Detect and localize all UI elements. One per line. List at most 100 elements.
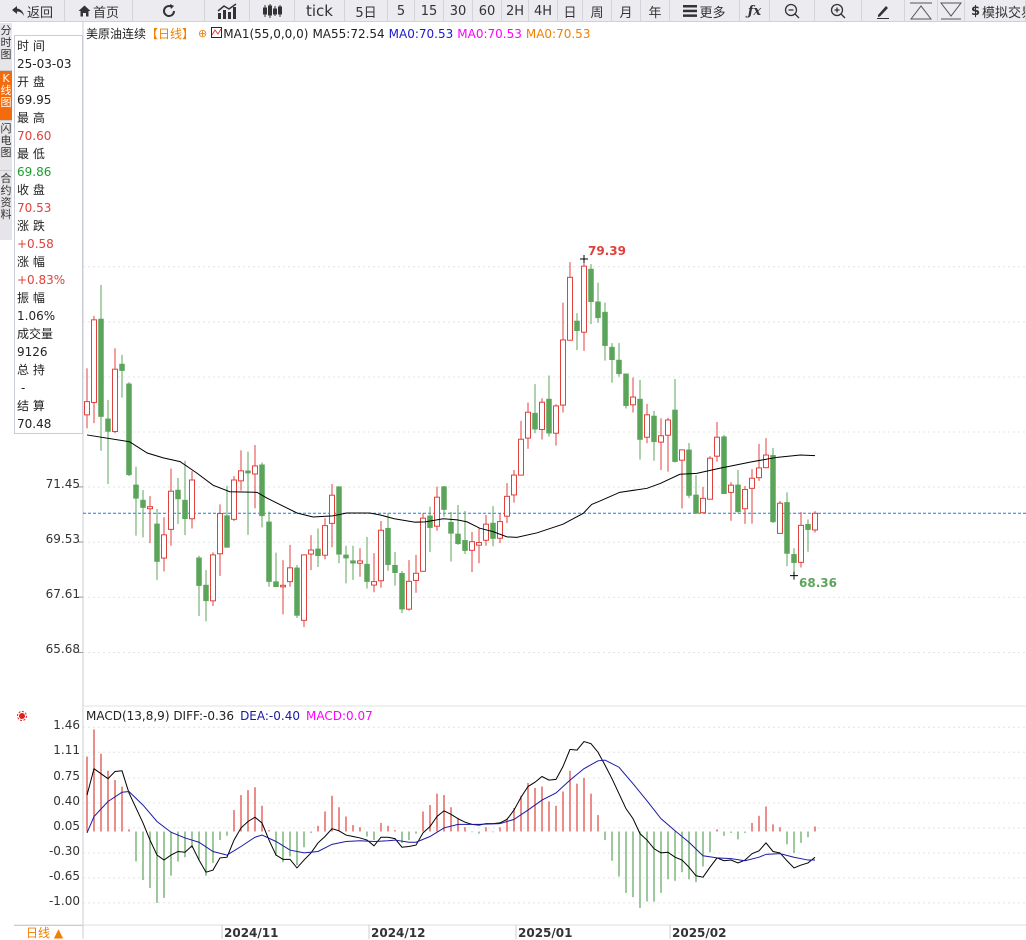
candle-body: [707, 457, 713, 500]
candle: [651, 410, 657, 461]
high-price-label: 79.39: [588, 243, 626, 258]
candle-body: [210, 554, 216, 602]
indicator-icon[interactable]: [211, 26, 223, 41]
candle: [686, 442, 692, 499]
candle-body: [378, 529, 384, 582]
candle: [798, 512, 804, 568]
candle: [756, 443, 762, 481]
candle: [518, 420, 524, 476]
candle: [147, 496, 153, 544]
candle-body: [728, 484, 734, 493]
candle-body: [469, 541, 475, 551]
candle: [371, 553, 377, 593]
kline-chart[interactable]: [0, 0, 1026, 939]
candle: [728, 482, 734, 521]
macd-axis-label: 0.75: [53, 768, 80, 783]
candle-body: [602, 311, 608, 346]
candle-body: [119, 363, 125, 371]
candle-body: [784, 502, 790, 554]
candle-body: [294, 567, 300, 616]
ma1-label[interactable]: MA1(55,0,0,0): [223, 27, 308, 41]
date-axis-label: 2025/01: [518, 926, 573, 940]
candle-body: [672, 409, 678, 462]
candle-body: [175, 489, 181, 500]
macd-settings-icon[interactable]: [15, 708, 29, 727]
candle-body: [476, 542, 482, 546]
candle: [553, 404, 559, 446]
macd-header: MACD(13,8,9) DIFF:-0.36 DEA:-0.40 MACD:0…: [86, 709, 373, 723]
candle: [119, 354, 125, 398]
candle-body: [91, 319, 97, 403]
candle: [133, 466, 139, 536]
instrument-name: 美原油连续: [86, 27, 147, 41]
candle-body: [749, 477, 755, 489]
candle-body: [357, 560, 363, 564]
candle: [560, 302, 566, 413]
candle: [343, 545, 349, 584]
candle: [378, 521, 384, 588]
candle-body: [497, 521, 503, 539]
candle-body: [350, 560, 356, 564]
candle: [770, 447, 776, 524]
candle: [511, 469, 517, 503]
candle: [658, 418, 664, 470]
candle-body: [301, 554, 307, 621]
candle: [217, 504, 223, 576]
candle: [476, 528, 482, 564]
macd-diff-label: MACD(13,8,9) DIFF:-0.36: [86, 709, 235, 723]
candle: [273, 552, 279, 588]
candle: [791, 548, 797, 576]
candle: [679, 449, 685, 509]
candle: [455, 504, 461, 545]
candle-body: [217, 513, 223, 555]
candle-body: [518, 438, 524, 476]
candle-body: [637, 398, 643, 440]
candle: [294, 564, 300, 619]
candle-body: [686, 449, 692, 496]
candle: [308, 535, 314, 571]
candle: [630, 377, 636, 413]
candle-body: [385, 527, 391, 565]
candle: [581, 258, 587, 351]
macd-axis-label: 1.11: [53, 743, 80, 758]
candle: [322, 518, 328, 560]
candle-body: [581, 265, 587, 333]
candle: [504, 483, 510, 524]
candle-body: [504, 495, 510, 517]
candle-body: [798, 524, 804, 563]
candle-body: [448, 521, 454, 534]
candle-body: [609, 346, 615, 360]
candle-body: [483, 523, 489, 541]
candle: [224, 485, 230, 548]
candle: [469, 531, 475, 573]
candle: [490, 506, 496, 547]
chart-title-bar: 美原油连续 【日线】 ⊕ MA1(55,0,0,0) MA55:72.54 MA…: [86, 25, 590, 42]
candle: [301, 554, 307, 627]
ma0-value-blue: MA0:70.53: [388, 26, 454, 41]
candle: [623, 373, 629, 409]
candle-body: [644, 414, 650, 438]
candle-body: [756, 467, 762, 479]
candle-body: [812, 512, 818, 531]
candle-body: [630, 396, 636, 406]
candle-body: [735, 484, 741, 513]
macd-axis-label: 0.40: [53, 793, 80, 808]
crosshair-icon[interactable]: ⊕: [198, 27, 207, 40]
date-axis-label: 2024/12: [371, 926, 426, 940]
candle: [252, 444, 258, 509]
candle-body: [280, 584, 286, 588]
candle-body: [623, 373, 629, 406]
candle-body: [413, 572, 419, 581]
candle-body: [336, 486, 342, 555]
candle-body: [315, 548, 321, 557]
candle-body: [287, 567, 293, 583]
candle-body: [133, 484, 139, 499]
candle-body: [777, 502, 783, 534]
ma55-value: MA55:72.54: [312, 26, 385, 41]
candle: [350, 545, 356, 580]
candle: [154, 508, 160, 580]
candle: [315, 528, 321, 567]
period-selector[interactable]: 日线 ▲: [14, 925, 83, 940]
candle: [532, 384, 538, 434]
candle-body: [532, 412, 538, 430]
